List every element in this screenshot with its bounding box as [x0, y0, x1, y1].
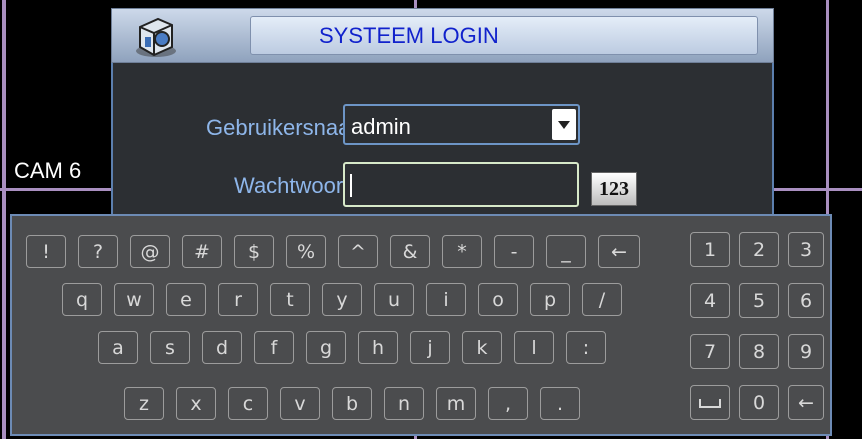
- key-num-9[interactable]: 9: [788, 334, 824, 369]
- key-num-5[interactable]: 5: [739, 283, 779, 318]
- key-t[interactable]: t: [270, 283, 310, 316]
- key-m[interactable]: m: [436, 387, 476, 420]
- chevron-down-icon[interactable]: [552, 109, 576, 140]
- input-mode-button[interactable]: 123: [591, 172, 637, 206]
- key-p[interactable]: p: [530, 283, 570, 316]
- key-i[interactable]: i: [426, 283, 466, 316]
- key-num-3[interactable]: 3: [788, 232, 824, 267]
- key-hash[interactable]: #: [182, 235, 222, 268]
- space-bar-icon: [699, 398, 721, 408]
- key-at[interactable]: @: [130, 235, 170, 268]
- key-num-1[interactable]: 1: [690, 232, 730, 267]
- dialog-title-bar: SYSTEEM LOGIN: [111, 8, 774, 63]
- key-num-8[interactable]: 8: [739, 334, 779, 369]
- key-period[interactable]: .: [540, 387, 580, 420]
- key-dash[interactable]: -: [494, 235, 534, 268]
- key-d[interactable]: d: [202, 331, 242, 364]
- key-comma[interactable]: ,: [488, 387, 528, 420]
- camera-label: CAM 6: [14, 158, 82, 183]
- title-box: SYSTEEM LOGIN: [250, 16, 758, 55]
- key-asterisk[interactable]: *: [442, 235, 482, 268]
- username-select[interactable]: admin: [343, 104, 580, 145]
- key-num-2[interactable]: 2: [739, 232, 779, 267]
- grid-line-vertical-left: [2, 0, 6, 439]
- key-s[interactable]: s: [150, 331, 190, 364]
- password-field[interactable]: [343, 162, 579, 207]
- key-u[interactable]: u: [374, 283, 414, 316]
- key-percent[interactable]: %: [286, 235, 326, 268]
- key-w[interactable]: w: [114, 283, 154, 316]
- key-f[interactable]: f: [254, 331, 294, 364]
- key-num-6[interactable]: 6: [788, 283, 824, 318]
- key-k[interactable]: k: [462, 331, 502, 364]
- login-app-icon: [132, 13, 180, 59]
- key-ampersand[interactable]: &: [390, 235, 430, 268]
- key-c[interactable]: c: [228, 387, 268, 420]
- key-e[interactable]: e: [166, 283, 206, 316]
- key-x[interactable]: x: [176, 387, 216, 420]
- key-r[interactable]: r: [218, 283, 258, 316]
- key-space[interactable]: ␣: [690, 385, 730, 420]
- key-y[interactable]: y: [322, 283, 362, 316]
- key-num-7[interactable]: 7: [690, 334, 730, 369]
- key-slash[interactable]: /: [582, 283, 622, 316]
- text-caret: [350, 174, 352, 197]
- key-underscore[interactable]: _: [546, 235, 586, 268]
- key-colon[interactable]: :: [566, 331, 606, 364]
- key-num-4[interactable]: 4: [690, 283, 730, 318]
- key-num-0[interactable]: 0: [739, 385, 779, 420]
- key-question[interactable]: ?: [78, 235, 118, 268]
- key-v[interactable]: v: [280, 387, 320, 420]
- key-backspace[interactable]: ←: [598, 235, 640, 268]
- key-a[interactable]: a: [98, 331, 138, 364]
- key-num-backspace[interactable]: ←: [788, 385, 824, 420]
- key-caret[interactable]: ^: [338, 235, 378, 268]
- username-value: admin: [351, 114, 411, 139]
- key-l[interactable]: l: [514, 331, 554, 364]
- key-q[interactable]: q: [62, 283, 102, 316]
- key-g[interactable]: g: [306, 331, 346, 364]
- key-dollar[interactable]: $: [234, 235, 274, 268]
- dialog-title: SYSTEEM LOGIN: [319, 22, 499, 48]
- password-label: Wachtwoord: [234, 173, 356, 198]
- key-h[interactable]: h: [358, 331, 398, 364]
- key-z[interactable]: z: [124, 387, 164, 420]
- key-n[interactable]: n: [384, 387, 424, 420]
- key-j[interactable]: j: [410, 331, 450, 364]
- key-o[interactable]: o: [478, 283, 518, 316]
- key-exclamation[interactable]: !: [26, 235, 66, 268]
- key-b[interactable]: b: [332, 387, 372, 420]
- on-screen-keyboard: ! ? @ # $ % ^ & * - _ ← q w e r t y u i …: [10, 214, 832, 436]
